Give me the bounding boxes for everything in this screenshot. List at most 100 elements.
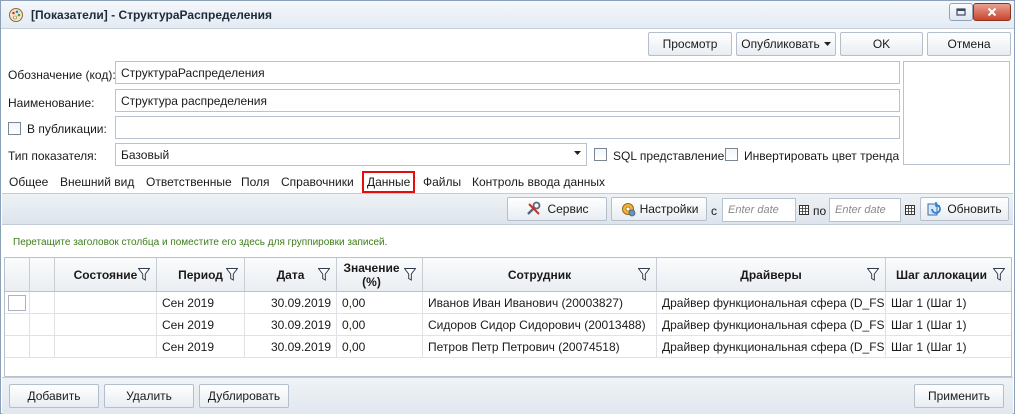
row-select-cell[interactable] bbox=[30, 336, 55, 358]
wrench-icon bbox=[527, 201, 541, 215]
cell-driver[interactable]: Драйвер функциональная сфера (D_FS) bbox=[657, 292, 886, 314]
restore-button[interactable] bbox=[949, 3, 973, 21]
column-header-period[interactable]: Период bbox=[157, 258, 245, 292]
row-indicator[interactable] bbox=[5, 336, 30, 358]
type-select[interactable]: Базовый bbox=[115, 143, 587, 166]
cancel-button[interactable]: Отмена bbox=[927, 32, 1011, 56]
refresh-button[interactable]: Обновить bbox=[920, 197, 1009, 221]
delete-button[interactable]: Удалить bbox=[104, 384, 194, 408]
cell-employee[interactable]: Сидоров Сидор Сидорович (20013488) bbox=[423, 314, 657, 336]
column-header-label: Шаг аллокации bbox=[896, 267, 987, 282]
publish-dropdown-button[interactable]: Опубликовать bbox=[736, 32, 836, 56]
cell-period[interactable]: Сен 2019 bbox=[157, 336, 245, 358]
service-button-label: Сервис bbox=[547, 202, 589, 216]
type-select-value: Базовый bbox=[121, 148, 170, 162]
tab-general[interactable]: Общее bbox=[9, 173, 48, 191]
tab-fields[interactable]: Поля bbox=[241, 173, 270, 191]
service-button[interactable]: Сервис bbox=[507, 197, 607, 221]
settings-button[interactable]: Настройки bbox=[611, 197, 707, 221]
cell-allocation-step[interactable]: Шаг 1 (Шаг 1) bbox=[886, 336, 1011, 358]
cell-date[interactable]: 30.09.2019 bbox=[245, 336, 337, 358]
settings-button-label: Настройки bbox=[639, 202, 699, 216]
publish-field[interactable] bbox=[115, 116, 900, 139]
close-window-button[interactable] bbox=[973, 3, 1011, 21]
filter-icon[interactable] bbox=[993, 268, 1005, 281]
cell-employee[interactable]: Петров Петр Петрович (20074518) bbox=[423, 336, 657, 358]
header-select-cell[interactable] bbox=[30, 258, 55, 292]
row-indicator[interactable] bbox=[5, 292, 30, 314]
filter-icon[interactable] bbox=[867, 268, 879, 281]
tab-references[interactable]: Справочники bbox=[281, 173, 354, 191]
invert-trend-label: Инвертировать цвет тренда bbox=[744, 149, 900, 163]
duplicate-button[interactable]: Дублировать bbox=[199, 384, 289, 408]
cell-value[interactable]: 0,00 bbox=[337, 292, 423, 314]
image-panel[interactable] bbox=[903, 61, 1010, 165]
calendar-icon[interactable] bbox=[905, 205, 915, 215]
add-button[interactable]: Добавить bbox=[9, 384, 99, 408]
cell-value[interactable]: 0,00 bbox=[337, 336, 423, 358]
preview-button[interactable]: Просмотр bbox=[648, 32, 732, 56]
apply-button[interactable]: Применить bbox=[914, 384, 1004, 408]
cell-period[interactable]: Сен 2019 bbox=[157, 292, 245, 314]
column-header-date[interactable]: Дата bbox=[245, 258, 337, 292]
cell-period[interactable]: Сен 2019 bbox=[157, 314, 245, 336]
column-header-value[interactable]: Значение (%) bbox=[337, 258, 423, 292]
column-header-employee[interactable]: Сотрудник bbox=[423, 258, 657, 292]
refresh-button-label: Обновить bbox=[947, 202, 1002, 216]
cell-allocation-step[interactable]: Шаг 1 (Шаг 1) bbox=[886, 292, 1011, 314]
code-label: Обозначение (код): bbox=[8, 68, 116, 82]
column-header-status[interactable]: Состояние bbox=[55, 258, 157, 292]
row-select-cell[interactable] bbox=[30, 292, 55, 314]
tab-data[interactable]: Данные bbox=[362, 171, 416, 193]
cell-date[interactable]: 30.09.2019 bbox=[245, 314, 337, 336]
column-header-drivers[interactable]: Драйверы bbox=[657, 258, 886, 292]
name-label: Наименование: bbox=[8, 96, 95, 110]
cell-allocation-step[interactable]: Шаг 1 (Шаг 1) bbox=[886, 314, 1011, 336]
name-field[interactable]: Структура распределения bbox=[115, 89, 900, 112]
cell-driver[interactable]: Драйвер функциональная сфера (D_FS) bbox=[657, 336, 886, 358]
date-to-input[interactable]: Enter date bbox=[829, 198, 901, 222]
cell-status[interactable] bbox=[55, 314, 157, 336]
chevron-down-icon bbox=[823, 42, 831, 46]
column-header-label: Сотрудник bbox=[507, 267, 572, 282]
filter-icon[interactable] bbox=[638, 268, 650, 281]
calendar-icon[interactable] bbox=[799, 205, 809, 215]
sql-label: SQL представление bbox=[613, 149, 725, 163]
type-chevron-down-icon[interactable] bbox=[574, 151, 581, 155]
row-select-cell[interactable] bbox=[30, 314, 55, 336]
title-bar: [Показатели] - СтруктураРаспределения bbox=[1, 1, 1014, 29]
filter-icon[interactable] bbox=[226, 268, 238, 281]
cell-date[interactable]: 30.09.2019 bbox=[245, 292, 337, 314]
tab-input-control[interactable]: Контроль ввода данных bbox=[472, 173, 605, 191]
invert-trend-checkbox[interactable] bbox=[725, 148, 738, 161]
ok-button[interactable]: OK bbox=[840, 32, 923, 56]
sql-checkbox[interactable] bbox=[594, 148, 607, 161]
tab-files[interactable]: Файлы bbox=[423, 173, 461, 191]
tab-responsible[interactable]: Ответственные bbox=[146, 173, 232, 191]
cell-value[interactable]: 0,00 bbox=[337, 314, 423, 336]
cell-driver[interactable]: Драйвер функциональная сфера (D_FS) bbox=[657, 314, 886, 336]
date-from-label: с bbox=[711, 204, 717, 218]
code-field[interactable]: СтруктураРаспределения bbox=[115, 61, 900, 84]
gear-icon bbox=[621, 203, 635, 217]
filter-icon[interactable] bbox=[138, 268, 150, 281]
date-from-input[interactable]: Enter date bbox=[722, 198, 796, 222]
column-header-label: Дата bbox=[276, 267, 305, 282]
column-header-label: Период bbox=[178, 267, 223, 282]
cell-status[interactable] bbox=[55, 292, 157, 314]
filter-icon[interactable] bbox=[404, 268, 416, 281]
preview-button-label: Просмотр bbox=[662, 37, 718, 51]
refresh-icon bbox=[927, 202, 942, 216]
publish-button-label: Опубликовать bbox=[741, 37, 820, 51]
filter-icon[interactable] bbox=[318, 268, 330, 281]
row-indicator[interactable] bbox=[5, 314, 30, 336]
publish-label: В публикации: bbox=[27, 122, 107, 136]
delete-button-label: Удалить bbox=[126, 389, 172, 403]
column-header-allocation-step[interactable]: Шаг аллокации bbox=[886, 258, 1011, 292]
add-button-label: Добавить bbox=[27, 389, 81, 403]
tab-appearance[interactable]: Внешний вид bbox=[60, 173, 134, 191]
cell-employee[interactable]: Иванов Иван Иванович (20003827) bbox=[423, 292, 657, 314]
group-panel-hint: Перетащите заголовок столбца и поместите… bbox=[13, 237, 388, 248]
cell-status[interactable] bbox=[55, 336, 157, 358]
publish-checkbox[interactable] bbox=[8, 122, 21, 135]
